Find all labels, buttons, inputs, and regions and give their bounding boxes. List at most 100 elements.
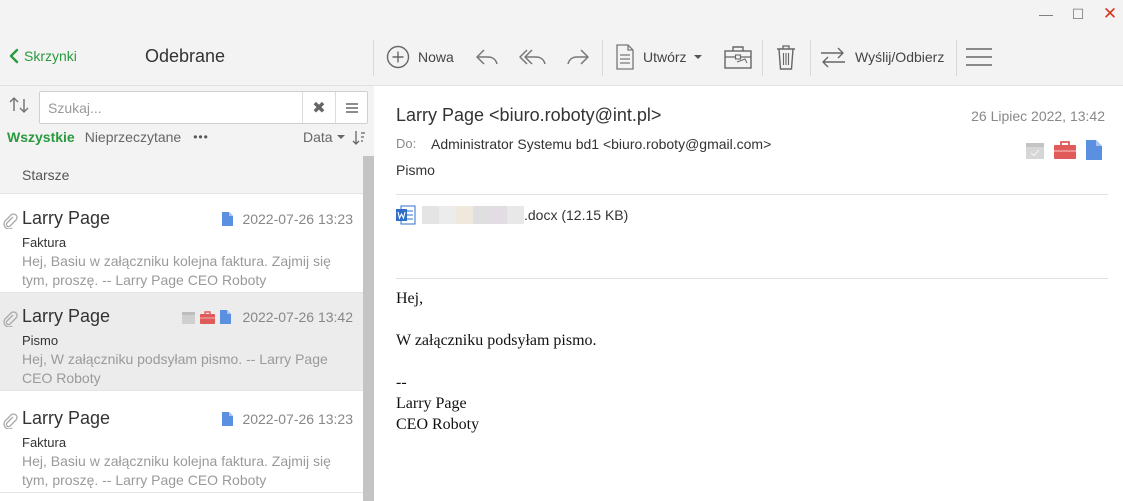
sync-arrows-icon (821, 47, 845, 68)
message-subject: Pismo (22, 333, 59, 348)
attachment-name: .docx (12.15 KB) (524, 207, 629, 223)
attachment-divider (396, 278, 1108, 279)
body-signature-name: Larry Page (396, 395, 467, 412)
message-sender: Larry Page (22, 208, 111, 228)
forward-button[interactable] (565, 42, 591, 72)
list-item[interactable]: Larry Page 2022-07-26 13:42 Pismo Hej, W… (0, 293, 363, 391)
document-icon (222, 412, 233, 426)
plus-circle-icon (386, 45, 410, 69)
search-input[interactable] (40, 92, 302, 123)
toolbar-divider (810, 40, 811, 76)
document-icon (616, 44, 634, 70)
attachment-item[interactable]: .docx (12.15 KB) (396, 205, 628, 225)
body-greeting: Hej, (396, 290, 424, 307)
new-message-button[interactable]: Nowa (386, 42, 454, 72)
reply-button[interactable] (474, 42, 500, 72)
search-options-button[interactable] (335, 92, 368, 123)
paperclip-icon (3, 413, 18, 429)
message-date: 2022-07-26 13:42 (242, 309, 353, 325)
briefcase-icon (724, 46, 752, 69)
document-icon (222, 212, 233, 226)
refresh-icon (9, 97, 29, 113)
message-icons (182, 310, 231, 324)
sort-by-dropdown[interactable]: Data (303, 129, 347, 145)
message-subject: Faktura (22, 235, 67, 250)
message-subject: Faktura (22, 435, 67, 450)
message-received-date: 26 Lipiec 2022, 13:42 (971, 108, 1105, 124)
create-dropdown-button[interactable]: Utwórz (615, 42, 705, 72)
reply-all-icon (519, 49, 546, 65)
menu-lines-icon (346, 102, 358, 113)
clear-search-button[interactable]: ✖ (302, 92, 335, 123)
message-from: Larry Page <biuro.roboty@int.pl> (396, 105, 662, 125)
back-to-mailboxes-button[interactable]: Skrzynki (8, 48, 77, 64)
to-label: Do: (396, 136, 417, 151)
message-subject-heading: Pismo (396, 162, 435, 178)
list-group-header: Starsze (0, 156, 363, 194)
list-item[interactable]: Larry Page 2022-07-26 13:23 Faktura Hej,… (0, 195, 363, 293)
toolbar: Skrzynki Odebrane Nowa Utwórz Wyślij/Odb… (0, 28, 1123, 86)
reply-icon (476, 49, 498, 65)
reply-all-button[interactable] (518, 42, 548, 72)
redacted-filename (422, 206, 524, 224)
document-icon[interactable] (1086, 140, 1102, 160)
filter-unread-tab[interactable]: Nieprzeczytane (85, 129, 182, 145)
message-sender: Larry Page (22, 306, 111, 326)
close-window-button[interactable]: ✕ (1098, 4, 1122, 24)
minimize-button[interactable]: — (1034, 4, 1058, 24)
back-label: Skrzynki (24, 48, 77, 64)
list-item[interactable]: Larry Page 2022-07-26 13:23 Faktura Hej,… (0, 395, 363, 493)
reading-pane: Larry Page <biuro.roboty@int.pl> 26 Lipi… (374, 86, 1123, 501)
header-divider (396, 194, 1108, 195)
new-label: Nowa (418, 49, 454, 65)
maximize-button[interactable]: ☐ (1066, 4, 1090, 24)
refresh-button[interactable] (8, 94, 30, 116)
body-text: W załączniku podsyłam pismo. (396, 332, 597, 349)
search-and-filter-bar: ✖ Wszystkie Nieprzeczytane ••• Data (0, 86, 374, 156)
title-bar: — ☐ ✕ (0, 0, 1123, 28)
document-icon (220, 310, 231, 324)
briefcase-button[interactable] (723, 42, 753, 72)
message-sender: Larry Page (22, 408, 111, 428)
message-preview: Hej, W załączniku podsyłam pismo. -- Lar… (22, 351, 328, 386)
send-receive-label: Wyślij/Odbierz (855, 49, 945, 65)
message-list: Starsze Larry Page 2022-07-26 13:23 Fakt… (0, 156, 363, 501)
message-preview: Hej, Basiu w załączniku kolejna faktura.… (22, 253, 331, 288)
paperclip-icon (3, 213, 18, 229)
paperclip-icon (3, 311, 18, 327)
briefcase-icon (200, 310, 215, 324)
chevron-left-icon (9, 48, 19, 64)
briefcase-icon[interactable] (1054, 141, 1076, 159)
create-label: Utwórz (643, 49, 687, 65)
message-date: 2022-07-26 13:23 (242, 411, 353, 427)
toolbar-divider (762, 40, 763, 76)
body-signature-separator: -- (396, 374, 407, 391)
filter-tabs: Wszystkie Nieprzeczytane ••• (7, 129, 209, 145)
calendar-icon[interactable] (1026, 141, 1044, 159)
message-action-icons (1026, 140, 1102, 160)
toolbar-divider (373, 40, 374, 76)
calendar-icon (182, 311, 195, 324)
message-date: 2022-07-26 13:23 (242, 211, 353, 227)
hamburger-menu-icon (966, 48, 992, 66)
toolbar-divider (602, 40, 603, 76)
message-icons (222, 412, 233, 426)
word-document-icon (396, 205, 416, 225)
search-box: ✖ (39, 91, 368, 124)
group-label: Starsze (22, 167, 70, 183)
delete-button[interactable] (774, 42, 798, 72)
body-signature-title: CEO Roboty (396, 416, 480, 433)
message-icons (222, 212, 233, 226)
message-to: Administrator Systemu bd1 <biuro.roboty@… (431, 136, 772, 152)
sort-descending-icon (352, 131, 365, 145)
main-menu-button[interactable] (965, 42, 993, 72)
caret-down-icon (693, 55, 702, 59)
list-scrollbar-thumb[interactable] (363, 156, 374, 501)
filter-all-tab[interactable]: Wszystkie (7, 129, 75, 145)
more-filters-button[interactable]: ••• (193, 130, 209, 144)
send-receive-button[interactable]: Wyślij/Odbierz (819, 42, 944, 72)
message-body: Hej, W załączniku podsyłam pismo. -- Lar… (396, 288, 597, 435)
sort-direction-button[interactable] (352, 130, 366, 151)
trash-icon (777, 45, 795, 70)
forward-icon (567, 49, 589, 65)
